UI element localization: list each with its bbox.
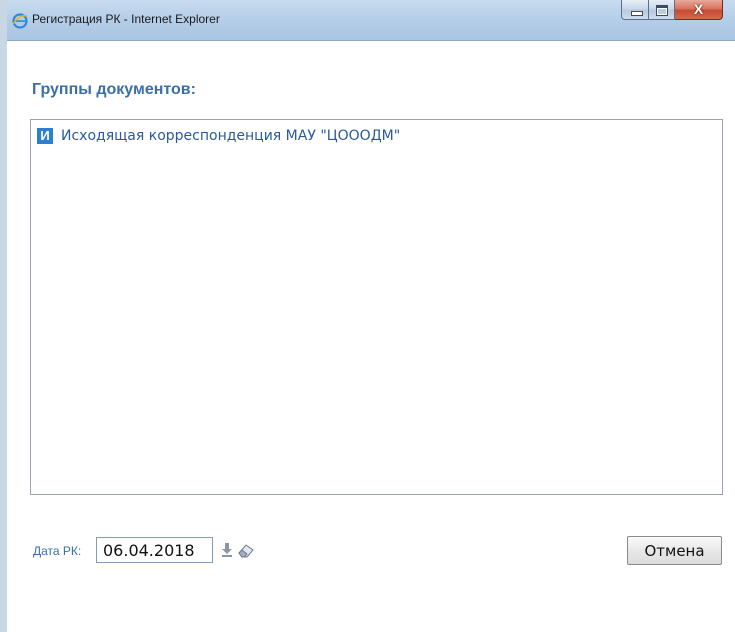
page-title: Группы документов: bbox=[32, 81, 196, 98]
title-bar[interactable]: Регистрация РК - Internet Explorer X bbox=[7, 0, 735, 41]
window-controls: X bbox=[621, 0, 723, 22]
list-item-label[interactable]: Исходящая корреспонденция МАУ "ЦОООДМ" bbox=[61, 128, 400, 144]
dialog-window: Регистрация РК - Internet Explorer X Гру… bbox=[7, 0, 735, 632]
minimize-icon bbox=[631, 11, 643, 16]
date-label: Дата РК: bbox=[33, 544, 82, 558]
eraser-icon[interactable] bbox=[237, 542, 255, 558]
maximize-button[interactable] bbox=[649, 0, 675, 20]
window-title: Регистрация РК - Internet Explorer bbox=[32, 12, 220, 26]
minimize-button[interactable] bbox=[621, 0, 649, 20]
document-group-icon: И bbox=[37, 128, 53, 144]
cancel-button[interactable]: Отмена bbox=[627, 536, 722, 565]
download-arrow-icon[interactable] bbox=[220, 542, 234, 558]
close-icon: X bbox=[693, 1, 704, 17]
maximize-icon bbox=[656, 5, 668, 16]
document-groups-list[interactable]: И Исходящая корреспонденция МАУ "ЦОООДМ" bbox=[30, 119, 723, 495]
close-button[interactable]: X bbox=[675, 0, 723, 20]
date-field[interactable] bbox=[96, 537, 213, 563]
list-item[interactable]: И Исходящая корреспонденция МАУ "ЦОООДМ" bbox=[37, 128, 400, 144]
ie-logo-icon bbox=[12, 13, 28, 29]
